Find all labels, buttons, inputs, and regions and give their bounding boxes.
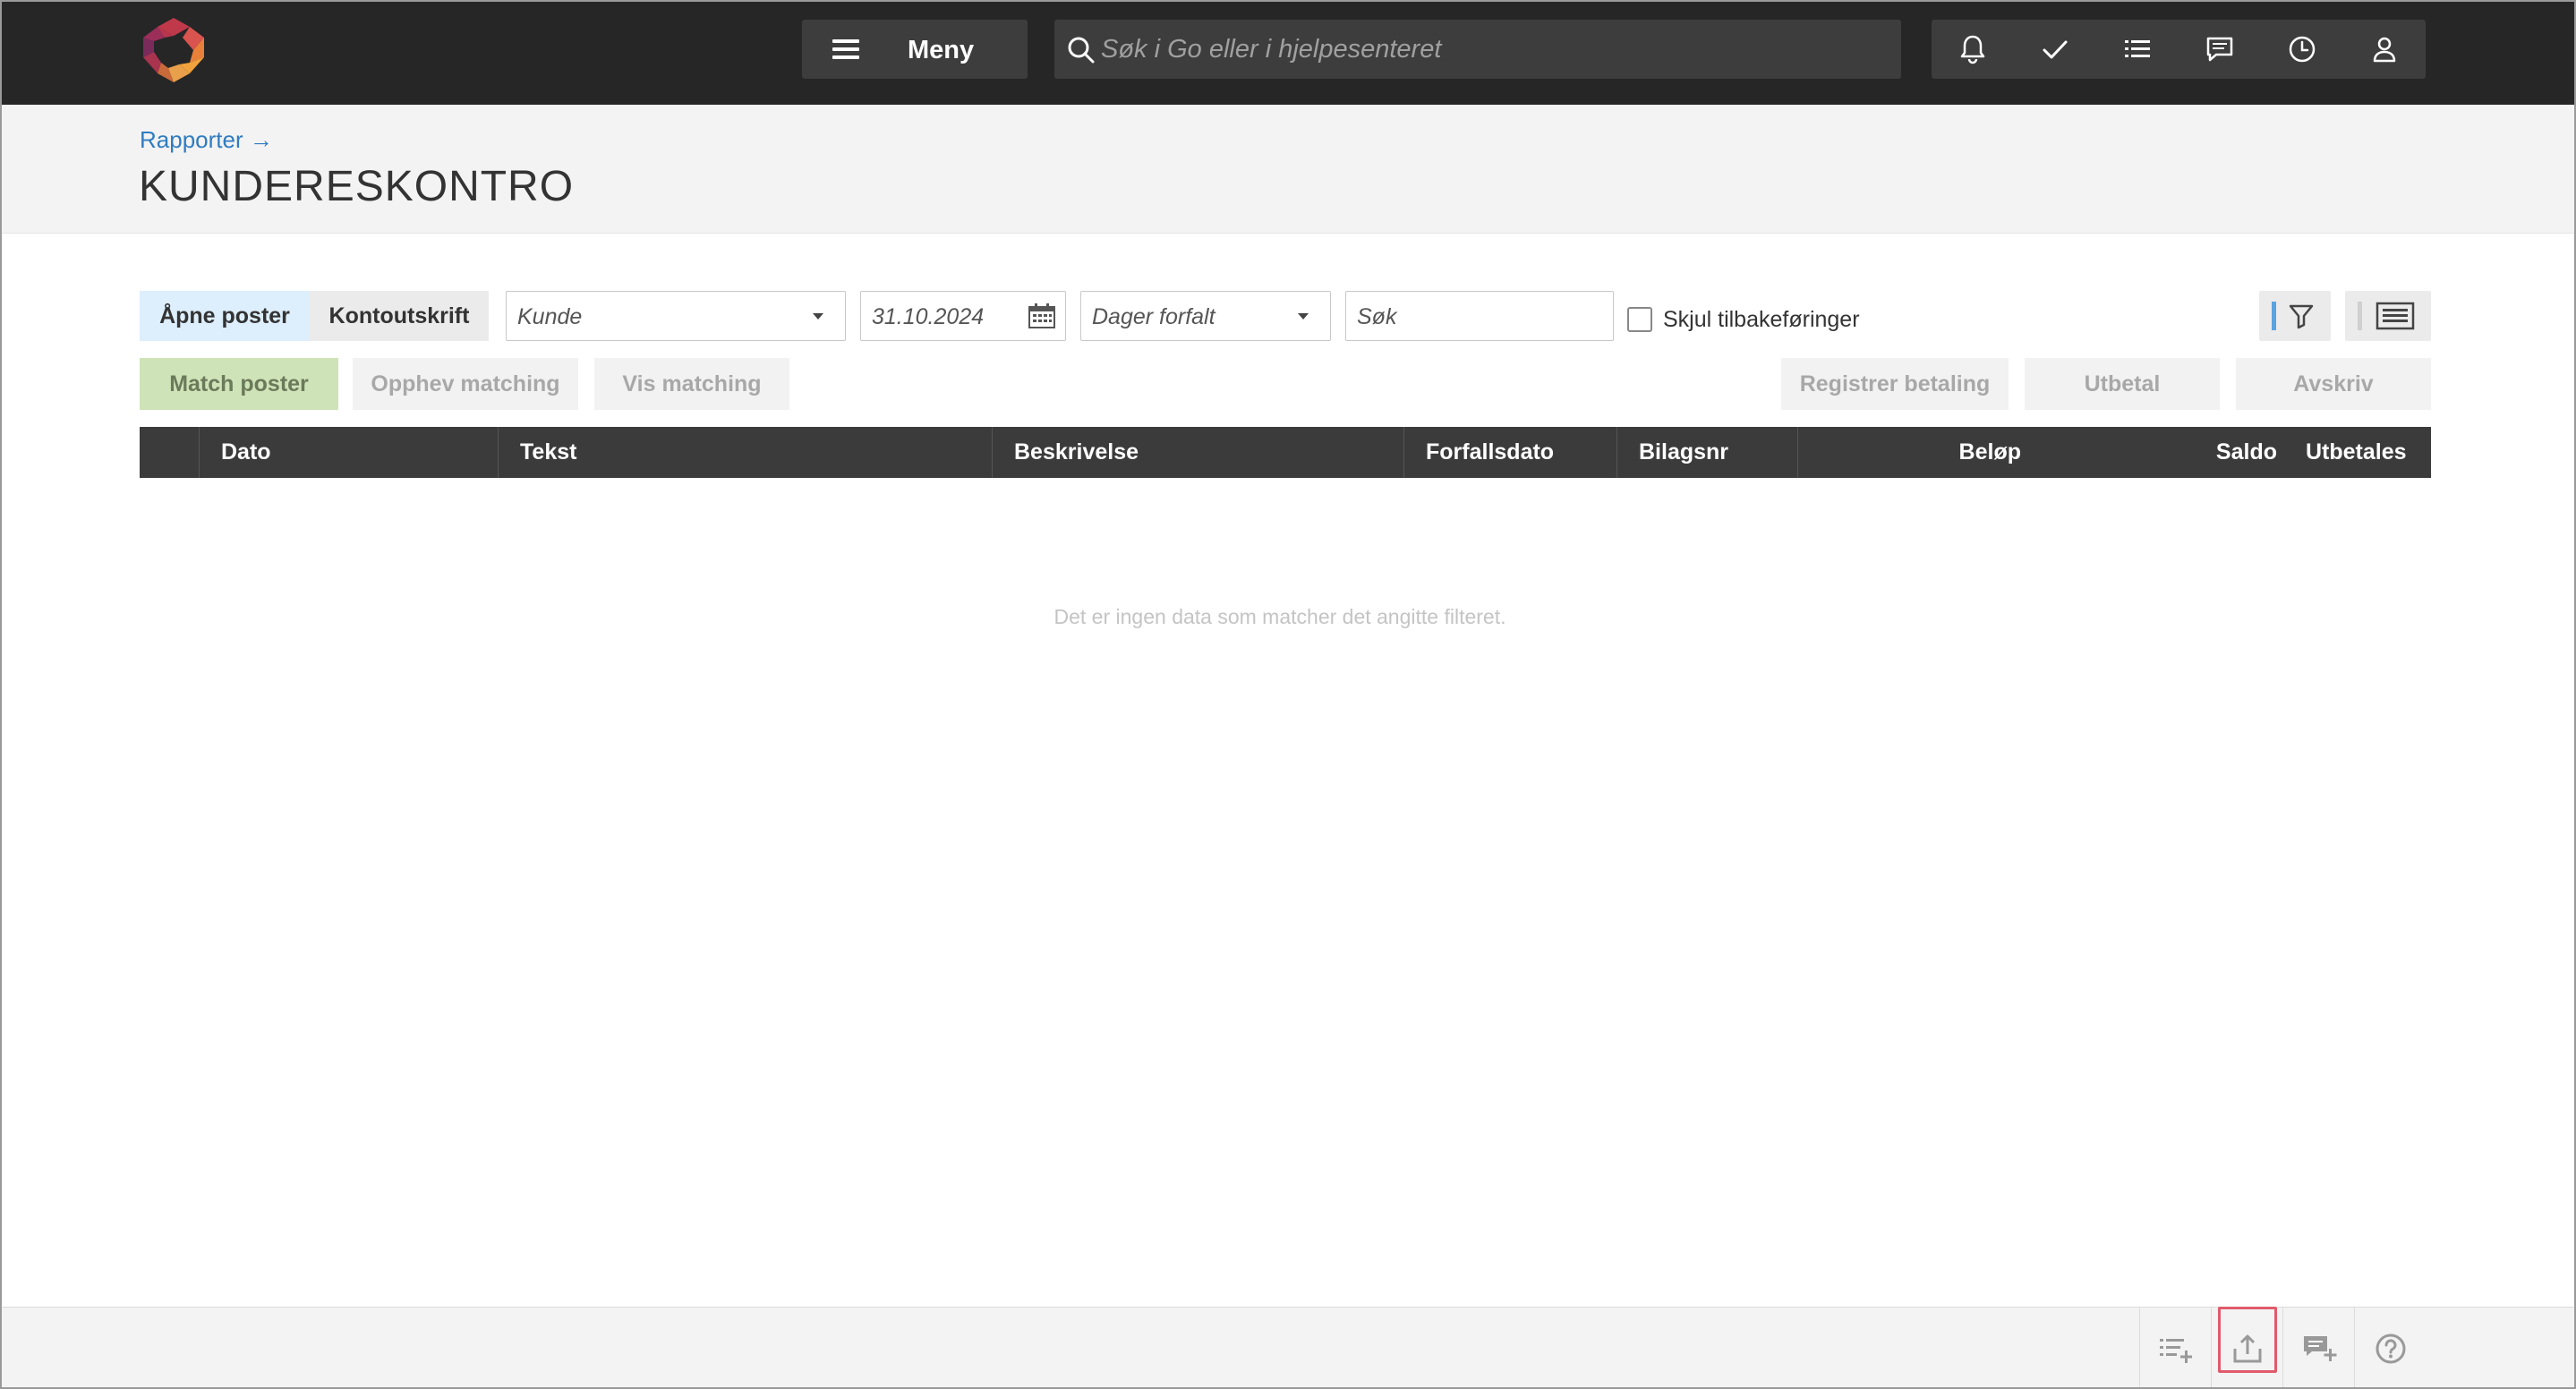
hide-reversals-checkbox[interactable] bbox=[1627, 307, 1652, 332]
chevron-down-icon bbox=[813, 313, 823, 320]
add-comment-icon bbox=[2303, 1336, 2336, 1361]
global-search bbox=[1054, 20, 1901, 79]
hamburger-icon bbox=[832, 39, 859, 59]
inactive-indicator bbox=[2358, 302, 2362, 330]
menu-button-label: Meny bbox=[908, 36, 975, 64]
register-payment-button[interactable]: Registrer betaling bbox=[1781, 358, 2009, 410]
calendar-icon[interactable] bbox=[1028, 303, 1056, 329]
column-header-description[interactable]: Beskrivelse bbox=[992, 427, 1403, 478]
search-icon bbox=[1068, 37, 1095, 64]
global-search-input[interactable] bbox=[1101, 20, 1889, 79]
user-button[interactable] bbox=[2343, 20, 2426, 79]
customer-select[interactable]: Kunde bbox=[506, 291, 846, 341]
chevron-down-icon bbox=[1298, 313, 1309, 320]
hide-reversals-label: Skjul tilbakeføringer bbox=[1663, 307, 1860, 332]
check-icon bbox=[2043, 40, 2068, 59]
add-list-icon bbox=[2159, 1339, 2192, 1363]
menu-button[interactable]: Meny bbox=[802, 20, 1028, 79]
empty-table-message: Det er ingen data som matcher det angitt… bbox=[0, 605, 2576, 629]
page-header: Rapporter → KUNDERESKONTRO bbox=[0, 105, 2576, 234]
list-icon bbox=[2125, 40, 2150, 57]
tab-open-items[interactable]: Åpne poster bbox=[140, 291, 310, 341]
filter-toggle-button[interactable] bbox=[2259, 291, 2331, 341]
clock-icon bbox=[2289, 36, 2316, 63]
export-button-highlight bbox=[2218, 1307, 2277, 1373]
panel-icon bbox=[2376, 302, 2415, 330]
messages-button[interactable] bbox=[2179, 20, 2261, 79]
add-to-list-button[interactable] bbox=[2139, 1308, 2211, 1389]
filter-search-input[interactable]: Søk bbox=[1345, 291, 1614, 341]
breadcrumb-link[interactable]: Rapporter → bbox=[140, 126, 273, 154]
customer-select-value: Kunde bbox=[517, 304, 583, 329]
top-navigation-bar: Meny bbox=[0, 0, 2576, 105]
app-logo[interactable] bbox=[140, 16, 208, 84]
match-items-button[interactable]: Match poster bbox=[140, 358, 338, 410]
column-header-balance[interactable]: Saldo bbox=[2044, 427, 2291, 478]
user-icon bbox=[2373, 37, 2396, 63]
days-overdue-select[interactable]: Dager forfalt bbox=[1080, 291, 1331, 341]
pay-out-button[interactable]: Utbetal bbox=[2025, 358, 2220, 410]
column-header-voucher-no[interactable]: Bilagsnr bbox=[1616, 427, 1797, 478]
write-off-button[interactable]: Avskriv bbox=[2236, 358, 2431, 410]
tasks-button[interactable] bbox=[2014, 20, 2096, 79]
table-header: Dato Tekst Beskrivelse Forfallsdato Bila… bbox=[140, 427, 2431, 478]
select-column-header[interactable] bbox=[140, 427, 199, 478]
bottom-action-bar bbox=[0, 1307, 2576, 1389]
help-icon bbox=[2376, 1334, 2405, 1364]
add-comment-button[interactable] bbox=[2282, 1308, 2354, 1389]
unmatch-button[interactable]: Opphev matching bbox=[353, 358, 578, 410]
filter-icon bbox=[2289, 304, 2314, 329]
empty-table-message-text: Det er ingen data som matcher det angitt… bbox=[1053, 605, 1506, 628]
date-field-value: 31.10.2024 bbox=[872, 304, 985, 329]
notifications-button[interactable] bbox=[1932, 20, 2014, 79]
columns-toggle-button[interactable] bbox=[2345, 291, 2431, 341]
bell-icon bbox=[1960, 35, 1985, 64]
column-header-to-be-paid[interactable]: Utbetales bbox=[2291, 427, 2431, 478]
days-overdue-value: Dager forfalt bbox=[1092, 304, 1215, 329]
column-header-date[interactable]: Dato bbox=[199, 427, 498, 478]
column-header-amount[interactable]: Beløp bbox=[1797, 427, 2044, 478]
tab-account-statement[interactable]: Kontoutskrift bbox=[310, 291, 489, 341]
page-title: KUNDERESKONTRO bbox=[139, 163, 575, 210]
chat-icon bbox=[2206, 37, 2233, 62]
show-matching-button[interactable]: Vis matching bbox=[594, 358, 789, 410]
history-button[interactable] bbox=[2261, 20, 2343, 79]
filter-search-placeholder: Søk bbox=[1357, 304, 1397, 329]
view-tabs: Åpne poster Kontoutskrift bbox=[140, 291, 489, 341]
topbar-icon-group bbox=[1932, 20, 2426, 79]
help-button[interactable] bbox=[2354, 1308, 2426, 1389]
column-header-due-date[interactable]: Forfallsdato bbox=[1403, 427, 1616, 478]
column-header-text[interactable]: Tekst bbox=[498, 427, 992, 478]
list-button[interactable] bbox=[2096, 20, 2179, 79]
active-indicator bbox=[2272, 302, 2276, 330]
date-field[interactable]: 31.10.2024 bbox=[860, 291, 1066, 341]
